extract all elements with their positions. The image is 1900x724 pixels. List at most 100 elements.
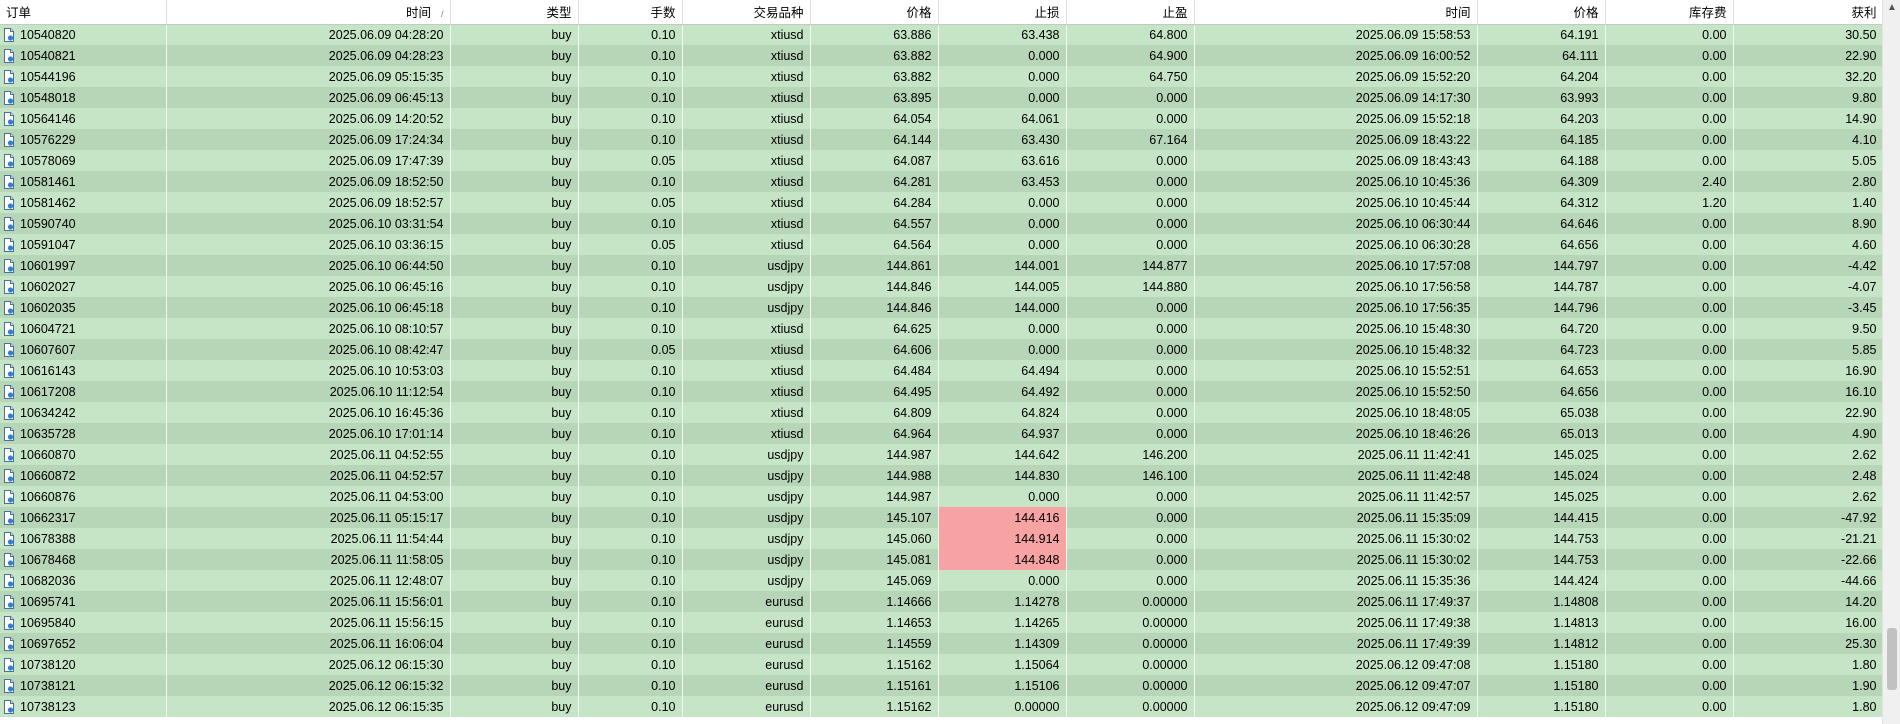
order-id-text: 10634242 — [20, 405, 76, 420]
order-document-icon — [3, 195, 15, 210]
table-row[interactable]: 10660870 2025.06.11 04:52:55 buy 0.10 usdjpy… — [0, 444, 1882, 465]
table-row[interactable]: 10635728 2025.06.10 17:01:14 buy 0.10 xtiusd… — [0, 423, 1882, 444]
cell-symbol: usdjpy — [682, 276, 811, 297]
table-row[interactable]: 10738120 2025.06.12 06:15:30 buy 0.10 eurusd… — [0, 654, 1882, 675]
table-row[interactable]: 10544196 2025.06.09 05:15:35 buy 0.10 xtiusd… — [0, 66, 1882, 87]
order-id-text: 10581461 — [20, 174, 76, 189]
table-row[interactable]: 10590740 2025.06.10 03:31:54 buy 0.10 xtiusd… — [0, 213, 1882, 234]
cell-volume: 0.10 — [578, 591, 683, 612]
vertical-scrollbar[interactable]: ▲ — [1882, 0, 1900, 724]
table-row[interactable]: 10548018 2025.06.09 06:45:13 buy 0.10 xtiusd… — [0, 87, 1882, 108]
cell-open-price: 64.484 — [810, 360, 939, 381]
col-header-stop-loss[interactable]: 止损 — [938, 0, 1067, 25]
cell-open-time: 2025.06.12 06:15:32 — [166, 675, 451, 696]
cell-stop-loss: 0.000 — [938, 318, 1067, 339]
table-row[interactable]: 10581461 2025.06.09 18:52:50 buy 0.10 xtiusd… — [0, 171, 1882, 192]
table-row[interactable]: 10678388 2025.06.11 11:54:44 buy 0.10 usdjpy… — [0, 528, 1882, 549]
cell-open-time: 2025.06.09 04:28:20 — [166, 24, 451, 45]
cell-close-price: 144.753 — [1477, 528, 1606, 549]
table-row[interactable]: 10564146 2025.06.09 14:20:52 buy 0.10 xtiusd… — [0, 108, 1882, 129]
cell-open-time: 2025.06.10 17:01:14 — [166, 423, 451, 444]
cell-symbol: eurusd — [682, 675, 811, 696]
cell-close-price: 145.025 — [1477, 444, 1606, 465]
cell-stop-loss: 1.14278 — [938, 591, 1067, 612]
table-row[interactable]: 10591047 2025.06.10 03:36:15 buy 0.05 xtiusd… — [0, 234, 1882, 255]
cell-profit: 1.40 — [1733, 192, 1882, 213]
table-row[interactable]: 10682036 2025.06.11 12:48:07 buy 0.10 usdjpy… — [0, 570, 1882, 591]
cell-close-price: 64.185 — [1477, 129, 1606, 150]
cell-open-time: 2025.06.11 12:48:07 — [166, 570, 451, 591]
cell-order-id: 10590740 — [0, 213, 167, 234]
cell-type: buy — [450, 591, 579, 612]
cell-stop-loss: 0.000 — [938, 192, 1067, 213]
cell-open-price: 63.882 — [810, 45, 939, 66]
cell-close-time: 2025.06.10 10:45:44 — [1194, 192, 1478, 213]
col-header-type[interactable]: 类型 — [450, 0, 579, 25]
table-row[interactable]: 10738121 2025.06.12 06:15:32 buy 0.10 eurusd… — [0, 675, 1882, 696]
col-header-symbol[interactable]: 交易品种 — [682, 0, 811, 25]
table-row[interactable]: 10660872 2025.06.11 04:52:57 buy 0.10 usdjpy… — [0, 465, 1882, 486]
col-header-close-price[interactable]: 价格 — [1477, 0, 1606, 25]
order-id-text: 10544196 — [20, 69, 76, 84]
table-row[interactable]: 10540820 2025.06.09 04:28:20 buy 0.10 xtiusd… — [0, 24, 1882, 45]
cell-type: buy — [450, 528, 579, 549]
cell-stop-loss: 144.001 — [938, 255, 1067, 276]
table-row[interactable]: 10660876 2025.06.11 04:53:00 buy 0.10 usdjpy… — [0, 486, 1882, 507]
table-row[interactable]: 10540821 2025.06.09 04:28:23 buy 0.10 xtiusd… — [0, 45, 1882, 66]
cell-stop-loss: 63.616 — [938, 150, 1067, 171]
table-row[interactable]: 10678468 2025.06.11 11:58:05 buy 0.10 usdjpy… — [0, 549, 1882, 570]
cell-close-price: 1.14813 — [1477, 612, 1606, 633]
table-row[interactable]: 10697652 2025.06.11 16:06:04 buy 0.10 eurusd… — [0, 633, 1882, 654]
table-row[interactable]: 10738123 2025.06.12 06:15:35 buy 0.10 eurusd… — [0, 696, 1882, 717]
cell-close-price: 144.415 — [1477, 507, 1606, 528]
table-row[interactable]: 10604721 2025.06.10 08:10:57 buy 0.10 xtiusd… — [0, 318, 1882, 339]
col-header-open-time[interactable]: 时间 / — [166, 0, 451, 25]
cell-order-id: 10617208 — [0, 381, 167, 402]
col-header-label: 价格 — [1573, 6, 1599, 21]
cell-volume: 0.10 — [578, 297, 683, 318]
col-header-profit[interactable]: 获利 — [1733, 0, 1882, 25]
cell-take-profit: 67.164 — [1066, 129, 1195, 150]
cell-order-id: 10635728 — [0, 423, 167, 444]
table-row[interactable]: 10634242 2025.06.10 16:45:36 buy 0.10 xtiusd… — [0, 402, 1882, 423]
cell-take-profit: 0.000 — [1066, 87, 1195, 108]
order-document-icon — [3, 69, 15, 84]
cell-close-time: 2025.06.11 17:49:39 — [1194, 633, 1478, 654]
cell-swap: 0.00 — [1605, 24, 1734, 45]
cell-open-price: 1.15162 — [810, 696, 939, 717]
table-row[interactable]: 10602027 2025.06.10 06:45:16 buy 0.10 usdjpy… — [0, 276, 1882, 297]
cell-close-price: 144.796 — [1477, 297, 1606, 318]
table-row[interactable]: 10662317 2025.06.11 05:15:17 buy 0.10 usdjpy… — [0, 507, 1882, 528]
order-id-text: 10738123 — [20, 699, 76, 714]
table-row[interactable]: 10617208 2025.06.10 11:12:54 buy 0.10 xtiusd… — [0, 381, 1882, 402]
col-header-order[interactable]: 订单 — [0, 0, 167, 25]
col-header-volume[interactable]: 手数 — [578, 0, 683, 25]
table-row[interactable]: 10607607 2025.06.10 08:42:47 buy 0.05 xtiusd… — [0, 339, 1882, 360]
col-header-swap[interactable]: 库存费 — [1605, 0, 1734, 25]
cell-take-profit: 0.000 — [1066, 381, 1195, 402]
cell-symbol: xtiusd — [682, 339, 811, 360]
table-row[interactable]: 10581462 2025.06.09 18:52:57 buy 0.05 xtiusd… — [0, 192, 1882, 213]
cell-type: buy — [450, 318, 579, 339]
scrollbar-thumb[interactable] — [1887, 628, 1897, 690]
order-document-icon — [3, 48, 15, 63]
table-row[interactable]: 10576229 2025.06.09 17:24:34 buy 0.10 xtiusd… — [0, 129, 1882, 150]
cell-order-id: 10695840 — [0, 612, 167, 633]
table-row[interactable]: 10695840 2025.06.11 15:56:15 buy 0.10 eurusd… — [0, 612, 1882, 633]
chevron-up-icon[interactable]: ▲ — [1883, 2, 1900, 13]
cell-volume: 0.05 — [578, 234, 683, 255]
cell-type: buy — [450, 486, 579, 507]
cell-swap: 0.00 — [1605, 66, 1734, 87]
col-header-close-time[interactable]: 时间 — [1194, 0, 1478, 25]
table-row[interactable]: 10602035 2025.06.10 06:45:18 buy 0.10 usdjpy… — [0, 297, 1882, 318]
order-document-icon — [3, 447, 15, 462]
col-header-open-price[interactable]: 价格 — [810, 0, 939, 25]
table-row[interactable]: 10578069 2025.06.09 17:47:39 buy 0.05 xtiusd… — [0, 150, 1882, 171]
cell-volume: 0.10 — [578, 507, 683, 528]
table-row[interactable]: 10616143 2025.06.10 10:53:03 buy 0.10 xtiusd… — [0, 360, 1882, 381]
order-document-icon — [3, 636, 15, 651]
table-row[interactable]: 10601997 2025.06.10 06:44:50 buy 0.10 usdjpy… — [0, 255, 1882, 276]
cell-close-time: 2025.06.11 11:42:48 — [1194, 465, 1478, 486]
col-header-take-profit[interactable]: 止盈 — [1066, 0, 1195, 25]
table-row[interactable]: 10695741 2025.06.11 15:56:01 buy 0.10 eurusd… — [0, 591, 1882, 612]
